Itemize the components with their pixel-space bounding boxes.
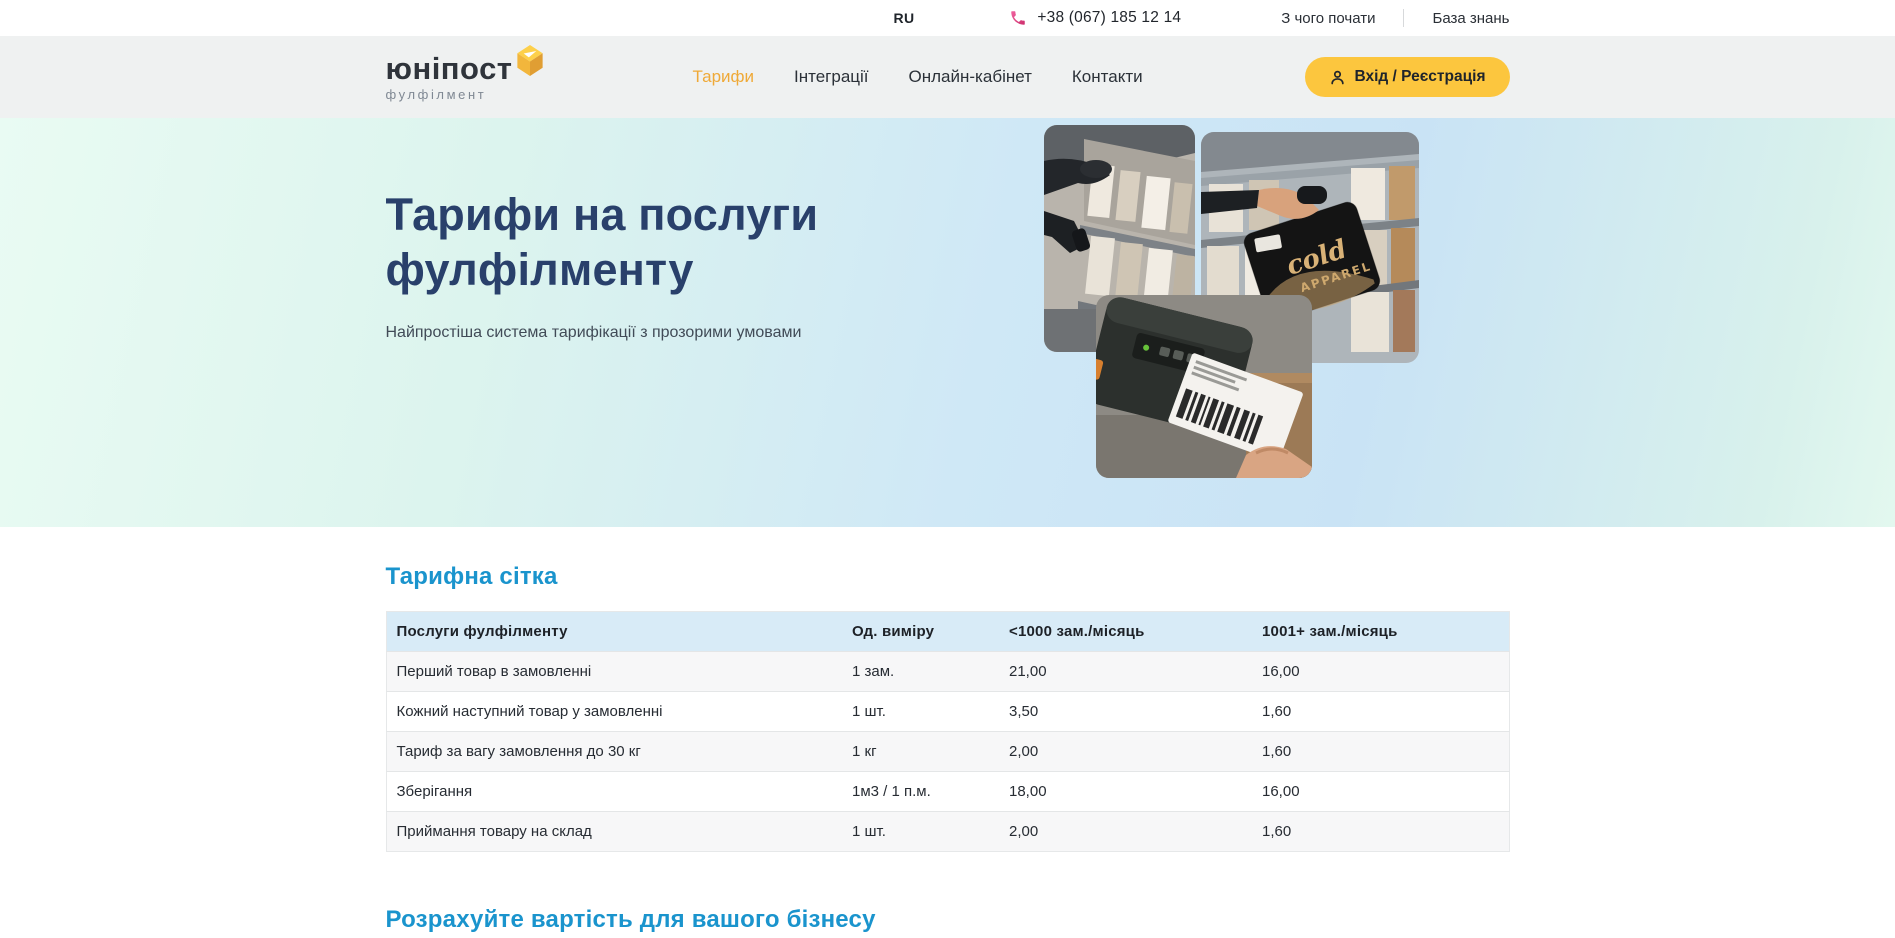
hero-section: Тарифи на послуги фулфілменту Найпростіш… <box>0 118 1895 527</box>
main-nav: Тарифи Інтеграції Онлайн-кабінет Контакти <box>693 67 1143 87</box>
main-content: Тарифна сітка Послуги фулфілментуОд. вим… <box>386 527 1510 938</box>
table-cell: 1,60 <box>1262 732 1509 772</box>
phone-link[interactable]: +38 (067) 185 12 14 <box>1009 9 1181 27</box>
label-printer-photo <box>1096 295 1312 478</box>
nav-item-online-cabinet[interactable]: Онлайн-кабінет <box>909 67 1032 87</box>
logo-wordmark: юніпост <box>386 53 513 84</box>
nav-item-tariffs[interactable]: Тарифи <box>693 67 755 87</box>
header: юніпост фулфілмент Тарифи Інтеграції Онлай… <box>0 36 1895 118</box>
table-cell: 1,60 <box>1262 812 1509 852</box>
logo[interactable]: юніпост фулфілмент <box>386 53 545 101</box>
table-cell: 16,00 <box>1262 772 1509 812</box>
hero-subtitle: Найпростіша система тарифікації з прозор… <box>386 324 946 342</box>
pricing-section-title: Тарифна сітка <box>386 563 1510 591</box>
table-cell: 1 шт. <box>852 812 1009 852</box>
table-cell: 1 зам. <box>852 652 1009 692</box>
table-cell: Кожний наступний товар у замовленні <box>386 692 852 732</box>
login-button-label: Вхід / Реєстрація <box>1355 68 1486 86</box>
column-header: Послуги фулфілменту <box>386 612 852 652</box>
column-header: <1000 зам./місяць <box>1009 612 1262 652</box>
table-row: Кожний наступний товар у замовленні1 шт.… <box>386 692 1509 732</box>
table-cell: 2,00 <box>1009 812 1262 852</box>
table-cell: 18,00 <box>1009 772 1262 812</box>
topbar-links: З чого почати База знань <box>1281 9 1509 27</box>
phone-icon <box>1009 9 1027 27</box>
nav-item-contacts[interactable]: Контакти <box>1072 67 1143 87</box>
divider <box>1403 9 1404 27</box>
calculator-section-title: Розрахуйте вартість для вашого бізнесу <box>386 906 1510 934</box>
table-row: Приймання товару на склад1 шт.2,001,60 <box>386 812 1509 852</box>
topbar-link-knowledge-base[interactable]: База знань <box>1432 10 1509 27</box>
table-row: Тариф за вагу замовлення до 30 кг1 кг2,0… <box>386 732 1509 772</box>
pricing-table: Послуги фулфілментуОд. виміру<1000 зам./… <box>386 611 1510 852</box>
nav-item-integrations[interactable]: Інтеграції <box>794 67 869 87</box>
table-cell: 1м3 / 1 п.м. <box>852 772 1009 812</box>
hero-photo-collage: cold APPAREL <box>1044 125 1514 485</box>
topbar: RU +38 (067) 185 12 14 З чого почати <box>0 0 1895 36</box>
login-button[interactable]: Вхід / Реєстрація <box>1305 57 1510 97</box>
table-row: Зберігання1м3 / 1 п.м.18,0016,00 <box>386 772 1509 812</box>
table-cell: Перший товар в замовленні <box>386 652 852 692</box>
topbar-link-getting-started[interactable]: З чого почати <box>1281 10 1375 27</box>
table-cell: 2,00 <box>1009 732 1262 772</box>
table-cell: 16,00 <box>1262 652 1509 692</box>
cube-icon <box>515 44 545 81</box>
table-row: Перший товар в замовленні1 зам.21,0016,0… <box>386 652 1509 692</box>
phone-number: +38 (067) 185 12 14 <box>1037 9 1181 27</box>
page: RU +38 (067) 185 12 14 З чого почати <box>0 0 1895 938</box>
column-header: 1001+ зам./місяць <box>1262 612 1509 652</box>
user-icon <box>1329 69 1346 86</box>
table-cell: 1 кг <box>852 732 1009 772</box>
table-cell: Зберігання <box>386 772 852 812</box>
table-cell: 3,50 <box>1009 692 1262 732</box>
table-cell: 1,60 <box>1262 692 1509 732</box>
column-header: Од. виміру <box>852 612 1009 652</box>
table-cell: Приймання товару на склад <box>386 812 852 852</box>
table-header-row: Послуги фулфілментуОд. виміру<1000 зам./… <box>386 612 1509 652</box>
language-switcher[interactable]: RU <box>894 10 915 26</box>
table-cell: Тариф за вагу замовлення до 30 кг <box>386 732 852 772</box>
table-cell: 21,00 <box>1009 652 1262 692</box>
page-title: Тарифи на послуги фулфілменту <box>386 188 946 298</box>
logo-tagline: фулфілмент <box>386 88 545 101</box>
table-cell: 1 шт. <box>852 692 1009 732</box>
